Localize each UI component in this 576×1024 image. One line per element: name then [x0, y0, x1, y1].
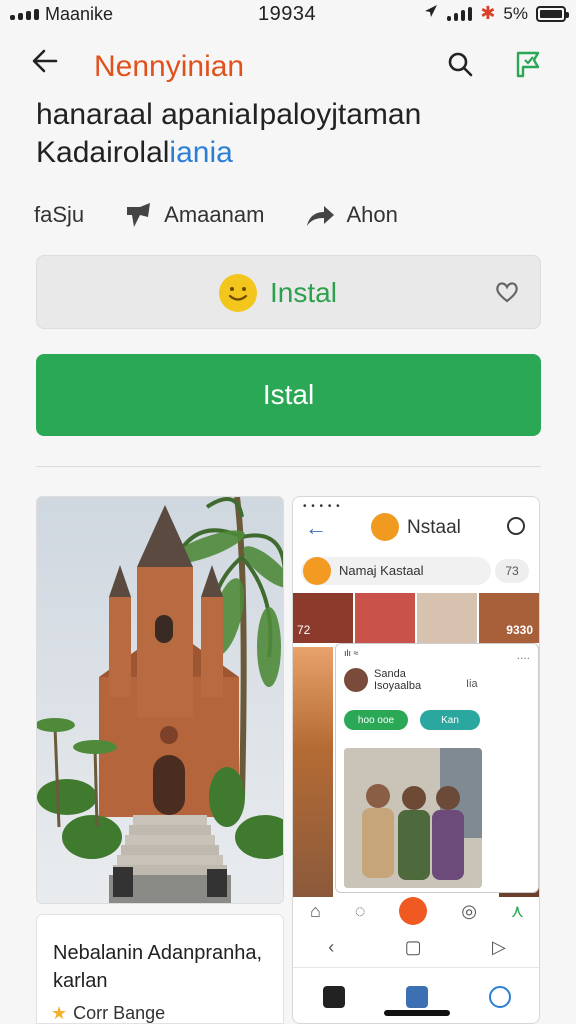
- status-left: Maanike: [10, 4, 113, 25]
- caption-tag: ★ Corr Bange: [51, 1003, 165, 1024]
- meta-likes-label: Amaanam: [164, 202, 265, 227]
- preview-forward-nav-icon: ▷: [491, 936, 506, 957]
- heading-line-1: hanaraal apaniaIpaloyjtaman: [36, 98, 422, 131]
- install-card-label: Instal: [270, 277, 337, 308]
- meta-likes[interactable]: Amaanam: [124, 201, 264, 229]
- screenshot-phone-preview[interactable]: • • • • • ← Nstaal Namaj Kastaal 73 72 9…: [292, 496, 540, 1024]
- preview-user-line-2: Isoyaalba: [374, 680, 422, 692]
- preview-app-logo: [371, 513, 399, 541]
- preview-pill-1: hoo ooe: [344, 710, 408, 730]
- meta-share-label: Ahon: [346, 202, 398, 227]
- preview-tab-profile-icon: [488, 986, 511, 1008]
- preview-gallery-left: 72: [297, 623, 311, 637]
- caption-card[interactable]: Nebalanin Adanpranha, karlan ★ Corr Bang…: [36, 914, 284, 1024]
- preview-chip: 73: [495, 559, 529, 583]
- cell-signal-icon: [10, 9, 39, 20]
- preview-alert-icon: [507, 517, 525, 535]
- share-arrow-icon: [307, 206, 335, 226]
- preview-settings-icon: ◎: [461, 900, 477, 921]
- bookmark-button[interactable]: [512, 48, 544, 80]
- home-indicator[interactable]: [384, 1010, 450, 1016]
- preview-search-text: Namaj Kastaal: [339, 563, 424, 578]
- preview-status-dots: • • • • •: [303, 501, 341, 512]
- caption-text: Nebalanin Adanpranha, karlan: [53, 942, 263, 992]
- location-icon: [423, 3, 439, 24]
- preview-inner-opts: ....: [516, 648, 530, 662]
- preview-search-bar: Namaj Kastaal: [301, 557, 491, 585]
- preview-home-icon: ⌂: [309, 900, 321, 921]
- heading-line-2-accent: iania: [169, 136, 233, 169]
- meta-category-label: faSju: [34, 202, 85, 227]
- status-right: ✱ 5%: [423, 3, 569, 24]
- preview-pill-2: Kan: [420, 710, 480, 730]
- status-bar: Maanike 19934 ✱ 5%: [0, 0, 576, 28]
- preview-gallery-strip: 72 9330: [293, 593, 539, 643]
- preview-gallery-count: 9330: [506, 623, 533, 637]
- page-title: Nennyinian: [94, 50, 245, 83]
- preview-tab-doc-icon: [405, 986, 428, 1008]
- search-icon: [448, 52, 473, 77]
- install-button[interactable]: Istal: [36, 354, 541, 436]
- preview-back-icon: ←: [305, 515, 327, 540]
- battery-percent: 5%: [503, 3, 528, 23]
- divider: [36, 466, 541, 467]
- preview-side-image-left: [293, 647, 333, 897]
- preview-people-photo: [344, 748, 482, 888]
- preview-leaf-icon: ⋏: [510, 900, 524, 921]
- bluetooth-icon: ✱: [480, 3, 496, 23]
- preview-user-name: Sanda Isoyaalba: [374, 668, 421, 692]
- meta-share[interactable]: Ahon: [304, 202, 398, 228]
- bookmark-flag-icon: [516, 51, 540, 78]
- carrier-label: Maanike: [45, 4, 114, 24]
- search-button[interactable]: [444, 48, 476, 80]
- preview-back-nav-icon: ‹: [328, 936, 335, 957]
- preview-nav-row-2: ‹ ▢ ▷: [293, 929, 539, 965]
- heading-line-2: Kadairolaliania: [36, 134, 556, 172]
- preview-chat-icon: ◌: [354, 900, 366, 921]
- preview-tab-home-icon: [323, 986, 346, 1008]
- arrow-left-icon: [32, 49, 58, 73]
- smile-emoji-icon: [219, 274, 257, 312]
- thumb-icon: [127, 203, 151, 227]
- church-illustration: [37, 497, 283, 903]
- preview-nav-row-1: ⌂ ◌ ◎ ⋏: [293, 893, 539, 929]
- star-icon: ★: [51, 1003, 68, 1023]
- signal-bars-icon: [447, 6, 473, 21]
- preview-square-nav-icon: ▢: [404, 936, 422, 957]
- heart-icon[interactable]: [494, 280, 520, 309]
- preview-user-line-1: Sanda: [374, 668, 406, 680]
- install-card[interactable]: Instal: [36, 255, 541, 329]
- meta-category[interactable]: faSju: [34, 202, 84, 228]
- app-bar: Nennyinian: [0, 40, 576, 92]
- screenshot-photo-church[interactable]: [36, 496, 284, 904]
- preview-inner-status: ılı ≈: [344, 648, 359, 658]
- preview-bag-icon: [303, 557, 331, 585]
- preview-inner-mini: Iia: [466, 678, 478, 690]
- heading-line-2-main: Kadairolal: [36, 136, 170, 169]
- battery-icon: [536, 5, 569, 22]
- preview-title: Nstaal: [407, 517, 461, 538]
- avatar: [344, 668, 368, 692]
- caption-tag-label: Corr Bange: [73, 1003, 166, 1023]
- preview-fab-icon: [399, 897, 428, 925]
- meta-row: faSju Amaanam Ahon: [34, 198, 544, 232]
- app-heading: hanaraal apaniaIpaloyjtaman Kadairolalia…: [36, 96, 556, 172]
- clock: 19934: [258, 3, 317, 25]
- back-button[interactable]: [30, 46, 60, 85]
- preview-inner-screen: ılı ≈ .... Sanda Isoyaalba Iia hoo ooe K…: [335, 643, 539, 893]
